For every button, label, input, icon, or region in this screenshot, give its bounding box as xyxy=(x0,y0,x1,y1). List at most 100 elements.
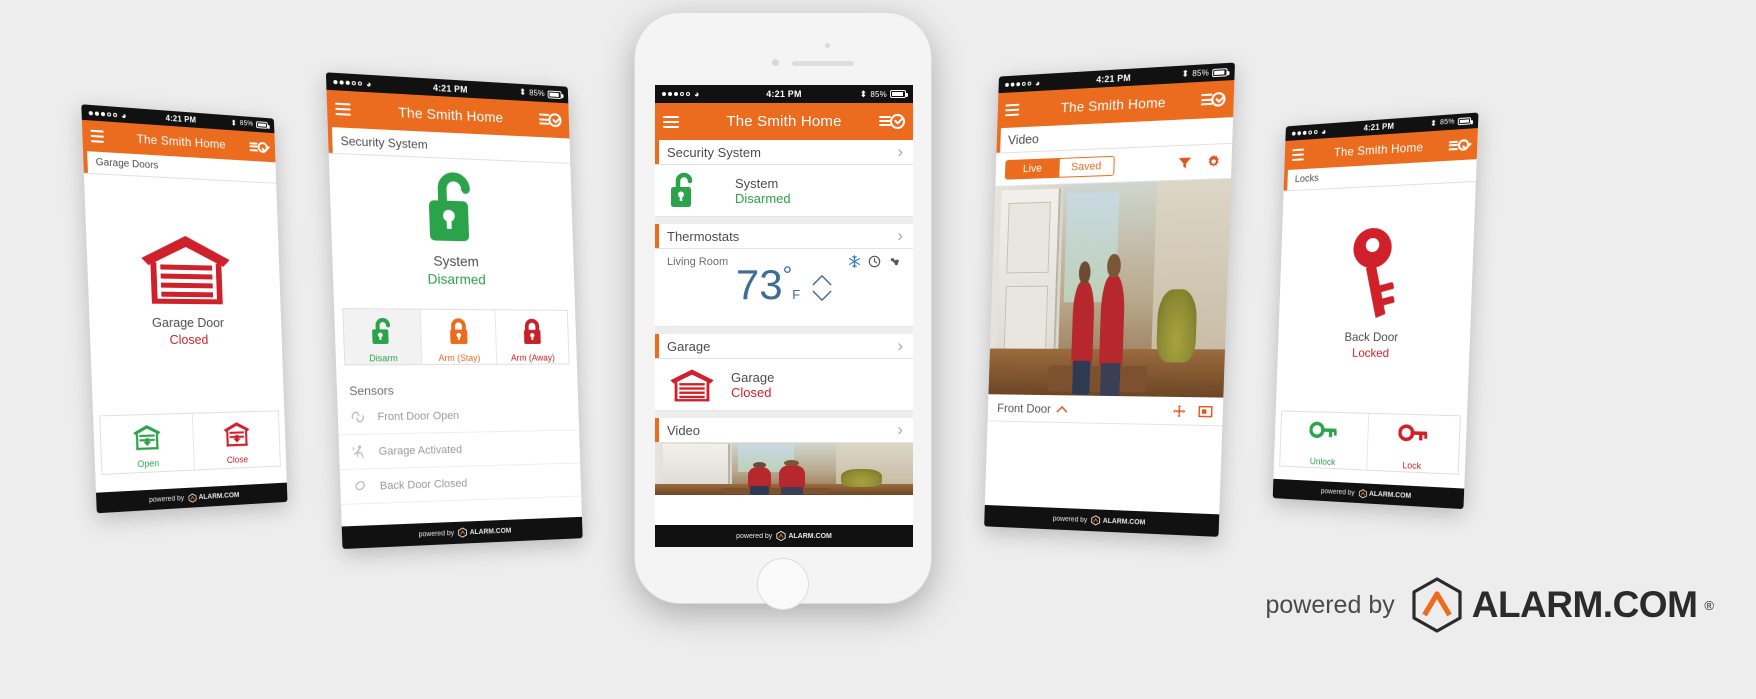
garage-door-closed-icon xyxy=(670,369,714,401)
section-header-video[interactable]: Video › xyxy=(655,418,913,443)
arm-away-button[interactable]: Arm (Away) xyxy=(495,310,568,363)
chevron-down-icon[interactable] xyxy=(812,290,832,302)
phone-mockup-garage: ◕ 4:21 PM ⬍ 85% The Smith Home Garage Do… xyxy=(81,104,288,514)
garage-close-icon xyxy=(223,421,250,447)
unlock-button[interactable]: Unlock xyxy=(1280,411,1369,470)
section-title: Video xyxy=(667,422,701,438)
garage-status-card[interactable]: Garage Closed xyxy=(655,359,913,411)
device-state: Closed xyxy=(169,331,209,348)
page-title: The Smith Home xyxy=(1060,93,1167,116)
accent-bar xyxy=(996,128,1001,153)
sensors-header: Sensors xyxy=(336,364,578,400)
garage-open-icon xyxy=(133,424,161,451)
footer-brand-name: ALARM.COM xyxy=(1368,490,1412,500)
live-camera-feed[interactable] xyxy=(988,178,1231,398)
camera-label-bar: Front Door xyxy=(987,394,1224,427)
security-status-panel: System Disarmed xyxy=(329,154,575,300)
phone-mockup-security: ◕ 4:21 PM ⬍ 85% The Smith Home Security … xyxy=(325,72,583,550)
arm-stay-button[interactable]: Arm (Stay) xyxy=(420,309,498,365)
section-header-garage[interactable]: Garage › xyxy=(655,334,913,359)
accent-bar xyxy=(83,150,88,173)
device-name: System xyxy=(735,175,779,191)
key-lock-icon xyxy=(1398,424,1428,453)
fan-icon[interactable] xyxy=(888,255,901,268)
open-garage-button[interactable]: Open xyxy=(100,413,195,474)
snowflake-icon[interactable] xyxy=(848,255,861,268)
close-garage-button[interactable]: Close xyxy=(192,411,280,469)
temperature-display: 73 ° F xyxy=(667,264,901,306)
chevron-right-icon[interactable]: › xyxy=(897,336,903,356)
activity-history-icon[interactable] xyxy=(249,140,268,154)
activity-history-icon[interactable] xyxy=(538,112,562,129)
section-title: Security System xyxy=(340,133,428,152)
gear-settings-icon[interactable] xyxy=(1206,154,1222,170)
tab-live[interactable]: Live xyxy=(1005,158,1060,179)
activity-history-icon[interactable] xyxy=(1200,91,1226,109)
accent-bar xyxy=(1283,169,1288,191)
bluetooth-icon: ⬍ xyxy=(1181,68,1190,79)
section-header-security-system[interactable]: Security System › xyxy=(655,140,913,165)
sensor-row[interactable]: Front Door Open xyxy=(337,397,580,436)
unlock-icon xyxy=(370,317,395,344)
battery-icon xyxy=(1212,67,1228,77)
disarm-label: Disarm xyxy=(369,353,398,364)
fullscreen-icon[interactable] xyxy=(1198,404,1213,419)
temperature-stepper[interactable] xyxy=(812,274,832,302)
registered-trademark: ® xyxy=(1704,597,1714,613)
device-name: Back Door xyxy=(1344,329,1399,345)
app-footer-branding: powered by ALARM.COM xyxy=(984,504,1220,537)
arm-away-label: Arm (Away) xyxy=(510,352,556,363)
bluetooth-icon: ⬍ xyxy=(859,88,868,99)
battery-percent: 85% xyxy=(1439,118,1455,127)
sensor-row[interactable]: Back Door Closed xyxy=(339,463,582,506)
chevron-up-icon[interactable] xyxy=(1056,405,1068,413)
contact-sensor-icon xyxy=(350,409,366,425)
app-footer-branding: powered by ALARM.COM xyxy=(96,482,288,514)
chevron-right-icon[interactable]: › xyxy=(897,420,903,440)
footer-brand-name: ALARM.COM xyxy=(198,491,240,501)
garage-action-buttons: Open Close xyxy=(99,410,281,475)
security-status-card[interactable]: System Disarmed xyxy=(655,165,913,217)
arm-disarm-buttons: Disarm Arm (Stay) Arm (Away) xyxy=(342,308,570,366)
home-button[interactable] xyxy=(757,558,809,610)
chevron-up-icon[interactable] xyxy=(812,274,832,286)
clock-icon[interactable] xyxy=(868,255,881,268)
phone-mockup-video: ◕ 4:21 PM ⬍ 85% The Smith Home Video Liv… xyxy=(984,62,1235,537)
pan-move-icon[interactable] xyxy=(1172,403,1187,417)
battery-icon xyxy=(1457,117,1472,126)
page-title: The Smith Home xyxy=(397,103,504,126)
sensors-title: Sensors xyxy=(349,383,394,399)
battery-percent: 85% xyxy=(1192,68,1210,79)
alarm-hex-icon xyxy=(1358,489,1367,498)
chevron-right-icon[interactable]: › xyxy=(897,142,903,162)
lock-label: Lock xyxy=(1402,460,1422,472)
thermostat-card[interactable]: Living Room 73 ° F xyxy=(655,249,913,327)
lock-button[interactable]: Lock xyxy=(1367,414,1460,474)
lock-icon xyxy=(450,318,468,344)
proximity-sensor-dot xyxy=(825,43,830,48)
open-label: Open xyxy=(137,458,160,470)
section-title: Garage Doors xyxy=(95,156,159,172)
accent-bar xyxy=(655,224,659,248)
iphone-device-frame: ◕ 4:21 PM ⬍ 85% The Smith Home Security … xyxy=(634,12,932,610)
battery-icon xyxy=(890,90,908,98)
video-thumbnail[interactable] xyxy=(655,443,913,495)
funnel-filter-icon[interactable] xyxy=(1178,155,1193,170)
activity-history-icon[interactable] xyxy=(879,113,905,130)
accent-bar xyxy=(327,126,333,153)
activity-history-icon[interactable] xyxy=(1448,137,1470,152)
lock-icon xyxy=(520,318,543,344)
degree-symbol: ° xyxy=(782,262,793,289)
tab-saved[interactable]: Saved xyxy=(1058,156,1114,177)
key-unlock-icon xyxy=(1309,421,1337,449)
motion-sensor-icon xyxy=(351,444,367,460)
unlocked-padlock-icon xyxy=(424,170,485,242)
camera-name: Front Door xyxy=(997,400,1052,416)
disarm-button[interactable]: Disarm xyxy=(343,309,423,365)
section-header-thermostats[interactable]: Thermostats › xyxy=(655,224,913,249)
device-state: Locked xyxy=(1351,345,1390,361)
chevron-right-icon[interactable]: › xyxy=(897,226,903,246)
accent-bar xyxy=(655,334,659,358)
powered-by-text: powered by xyxy=(1265,590,1395,619)
device-name: System xyxy=(433,252,480,270)
